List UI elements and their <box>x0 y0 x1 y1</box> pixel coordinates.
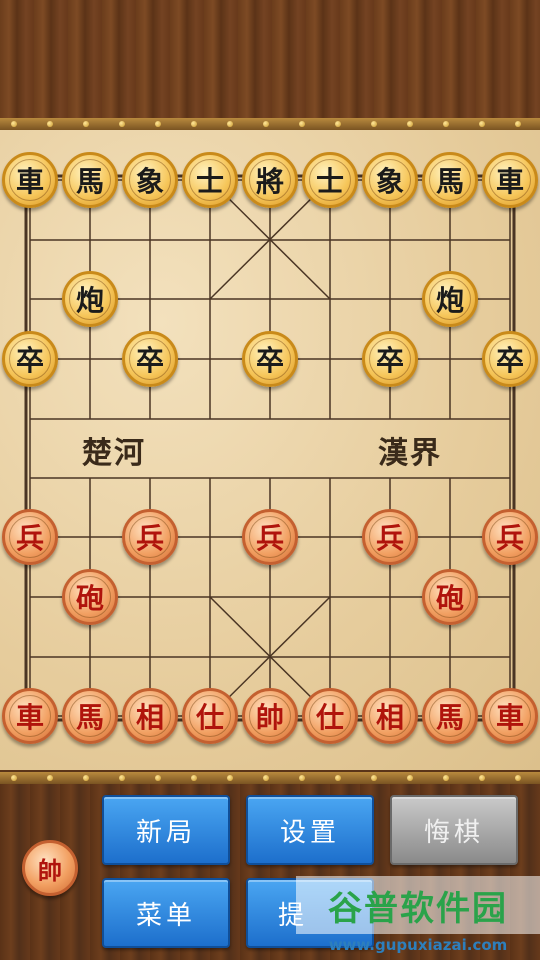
rail-stud <box>119 775 125 781</box>
red-elephant-right[interactable]: 相 <box>362 688 418 744</box>
black-chariot-right[interactable]: 車 <box>482 152 538 208</box>
rail-stud <box>515 775 521 781</box>
black-horse-right[interactable]: 馬 <box>422 152 478 208</box>
settings-button[interactable]: 设置 <box>246 795 374 865</box>
red-chariot-left[interactable]: 車 <box>2 688 58 744</box>
undo-button[interactable]: 悔棋 <box>390 795 518 865</box>
rail-stud <box>47 775 53 781</box>
red-cannon-right[interactable]: 砲 <box>422 569 478 625</box>
rail-stud <box>227 775 233 781</box>
red-horse-right[interactable]: 馬 <box>422 688 478 744</box>
black-elephant-left[interactable]: 象 <box>122 152 178 208</box>
rail-stud <box>443 775 449 781</box>
black-chariot-left[interactable]: 車 <box>2 152 58 208</box>
rail-stud <box>191 775 197 781</box>
black-general[interactable]: 將 <box>242 152 298 208</box>
river-label-han: 漢界 <box>378 436 442 471</box>
red-pawn-5[interactable]: 兵 <box>482 509 538 565</box>
red-horse-left[interactable]: 馬 <box>62 688 118 744</box>
bottom-rail <box>0 772 540 784</box>
new-game-button[interactable]: 新局 <box>102 795 230 865</box>
watermark-logo: 谷普软件园 <box>296 876 540 934</box>
site-watermark: 谷普软件园 www.gupuxiazai.com <box>296 876 540 960</box>
black-pawn-1[interactable]: 卒 <box>2 331 58 387</box>
rail-stud <box>479 775 485 781</box>
rail-stud <box>371 775 377 781</box>
red-elephant-left[interactable]: 相 <box>122 688 178 744</box>
black-elephant-right[interactable]: 象 <box>362 152 418 208</box>
red-pawn-2[interactable]: 兵 <box>122 509 178 565</box>
black-pawn-4[interactable]: 卒 <box>362 331 418 387</box>
red-advisor-left[interactable]: 仕 <box>182 688 238 744</box>
rail-stud <box>11 775 17 781</box>
red-pawn-1[interactable]: 兵 <box>2 509 58 565</box>
rail-stud <box>263 775 269 781</box>
red-pawn-4[interactable]: 兵 <box>362 509 418 565</box>
black-cannon-left[interactable]: 炮 <box>62 271 118 327</box>
black-pawn-2[interactable]: 卒 <box>122 331 178 387</box>
black-advisor-right[interactable]: 士 <box>302 152 358 208</box>
rail-stud <box>407 775 413 781</box>
black-advisor-left[interactable]: 士 <box>182 152 238 208</box>
rail-stud <box>299 775 305 781</box>
red-cannon-left[interactable]: 砲 <box>62 569 118 625</box>
turn-indicator-badge: 帥 <box>22 840 78 896</box>
black-horse-left[interactable]: 馬 <box>62 152 118 208</box>
black-cannon-right[interactable]: 炮 <box>422 271 478 327</box>
red-pawn-3[interactable]: 兵 <box>242 509 298 565</box>
black-pawn-3[interactable]: 卒 <box>242 331 298 387</box>
watermark-url: www.gupuxiazai.com <box>328 936 508 954</box>
menu-button[interactable]: 菜单 <box>102 878 230 948</box>
red-chariot-right[interactable]: 車 <box>482 688 538 744</box>
red-general[interactable]: 帥 <box>242 688 298 744</box>
black-pawn-5[interactable]: 卒 <box>482 331 538 387</box>
rail-stud <box>335 775 341 781</box>
red-advisor-right[interactable]: 仕 <box>302 688 358 744</box>
river-label-chu: 楚河 <box>82 436 146 471</box>
rail-stud <box>155 775 161 781</box>
rail-stud <box>83 775 89 781</box>
